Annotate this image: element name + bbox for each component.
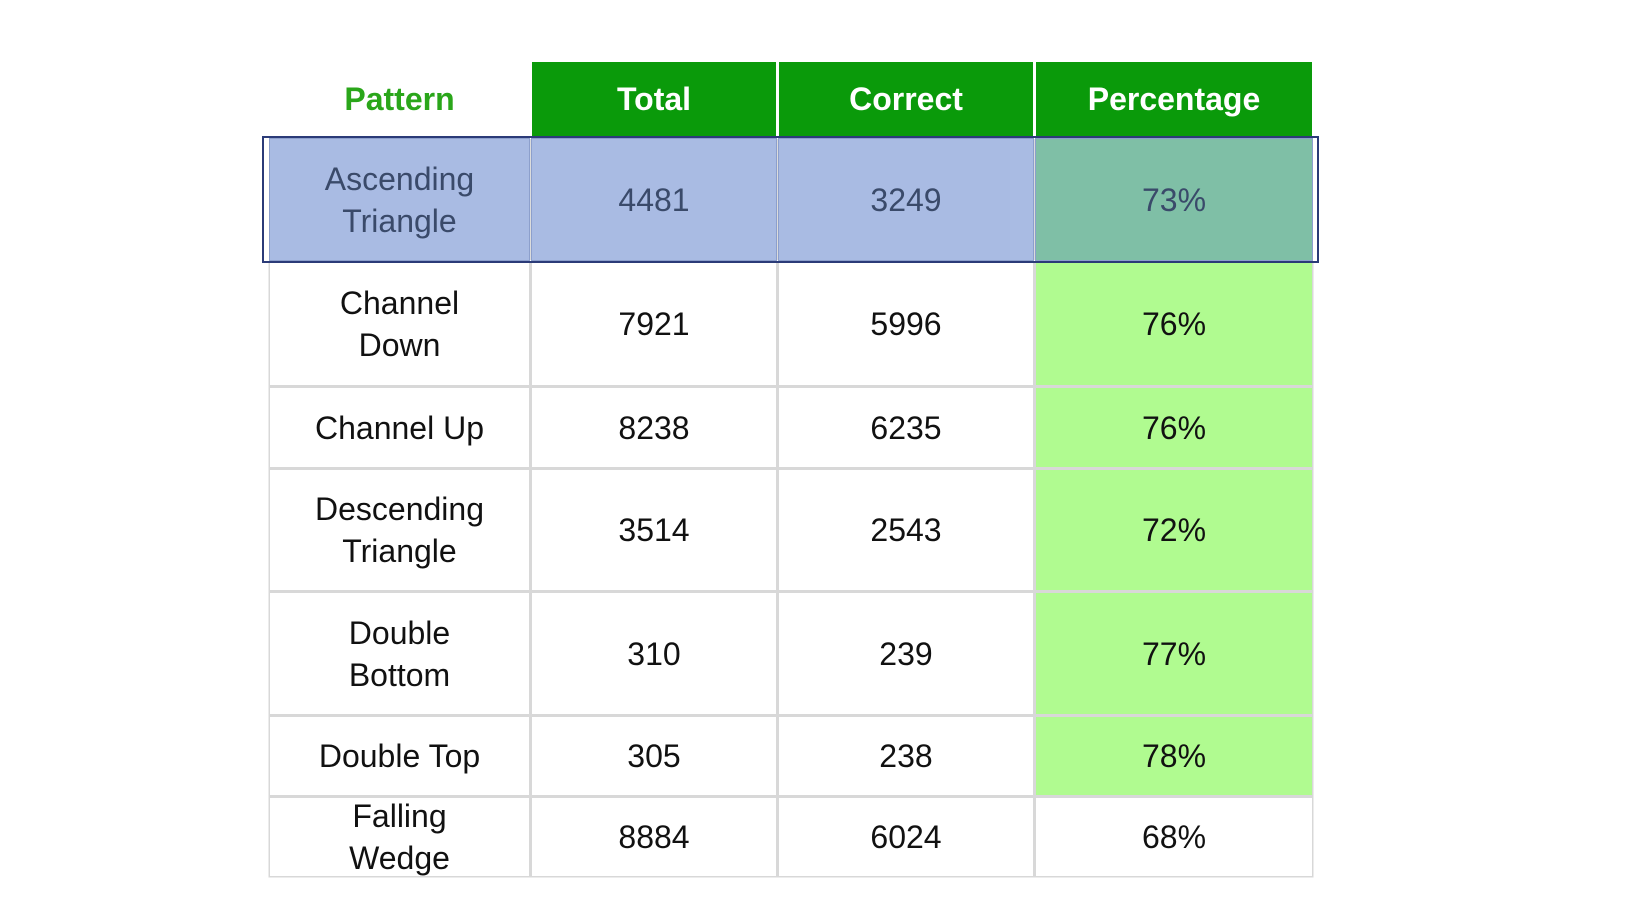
total-cell: 4481 <box>532 139 776 260</box>
table-row[interactable]: Falling Wedge 8884 6024 68% <box>270 798 1313 876</box>
correct-cell: 3249 <box>779 139 1033 260</box>
pattern-cell: Channel Up <box>270 388 529 467</box>
pattern-cell: Double Top <box>270 717 529 795</box>
header-pattern[interactable]: Pattern <box>270 62 529 136</box>
table-row[interactable]: Channel Up 8238 6235 76% <box>270 388 1313 467</box>
percentage-cell: 68% <box>1036 798 1312 876</box>
correct-cell: 6235 <box>779 388 1033 467</box>
total-cell: 8884 <box>532 798 776 876</box>
table-row[interactable]: Double Top 305 238 78% <box>270 717 1313 795</box>
correct-cell: 5996 <box>779 263 1033 385</box>
pattern-cell: Double Bottom <box>270 593 529 714</box>
table-row[interactable]: Ascending Triangle 4481 3249 73% <box>262 136 1319 263</box>
table-header: Pattern Total Correct Percentage <box>270 62 1313 136</box>
table-row[interactable]: Channel Down 7921 5996 76% <box>270 263 1313 385</box>
correct-cell: 239 <box>779 593 1033 714</box>
pattern-accuracy-table: Pattern Total Correct Percentage Ascendi… <box>262 62 1319 879</box>
pattern-cell: Ascending Triangle <box>270 139 529 260</box>
total-cell: 305 <box>532 717 776 795</box>
total-cell: 3514 <box>532 470 776 590</box>
percentage-cell: 78% <box>1036 717 1312 795</box>
correct-cell: 6024 <box>779 798 1033 876</box>
percentage-cell: 77% <box>1036 593 1312 714</box>
correct-cell: 238 <box>779 717 1033 795</box>
correct-cell: 2543 <box>779 470 1033 590</box>
header-total[interactable]: Total <box>532 62 776 136</box>
pattern-cell: Falling Wedge <box>270 798 529 876</box>
pattern-cell: Channel Down <box>270 263 529 385</box>
total-cell: 7921 <box>532 263 776 385</box>
percentage-cell: 76% <box>1036 263 1312 385</box>
table-row[interactable]: Descending Triangle 3514 2543 72% <box>270 470 1313 590</box>
percentage-cell: 76% <box>1036 388 1312 467</box>
percentage-cell: 73% <box>1036 139 1312 260</box>
total-cell: 8238 <box>532 388 776 467</box>
table-row[interactable]: Double Bottom 310 239 77% <box>270 593 1313 714</box>
pattern-cell: Descending Triangle <box>270 470 529 590</box>
header-correct[interactable]: Correct <box>779 62 1033 136</box>
header-percentage[interactable]: Percentage <box>1036 62 1312 136</box>
percentage-cell: 72% <box>1036 470 1312 590</box>
total-cell: 310 <box>532 593 776 714</box>
